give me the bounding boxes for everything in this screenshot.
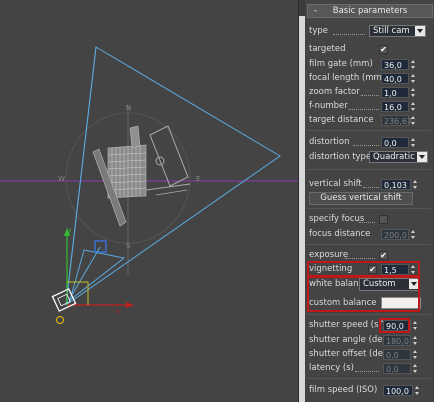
camera-frustum <box>65 46 281 307</box>
target-distance-row: target distance 236,67 <box>309 114 429 127</box>
focus-distance-row: focus distance 200,0 <box>309 228 429 241</box>
f-number-label: f-number <box>309 101 348 111</box>
vertical-shift-label: vertical shift <box>309 179 362 189</box>
f-number-row: f-number 16,0 <box>309 100 429 113</box>
compass-n-label: N <box>126 104 131 112</box>
targeted-row: targeted ✔ <box>309 43 429 56</box>
shutter-angle-spinner[interactable] <box>412 335 418 346</box>
frustum-edge-left <box>65 46 97 306</box>
shutter-angle-label: shutter angle (deg) <box>309 335 392 345</box>
focal-length-label: focal length (mm) <box>309 73 386 83</box>
distortion-type-dropdown[interactable]: Quadratic <box>369 151 428 163</box>
specify-focus-row: specify focus <box>309 213 429 226</box>
focal-length-spinner[interactable] <box>410 73 416 84</box>
shutter-speed-row: shutter speed (s^-1) 90,0 <box>309 319 429 332</box>
compass-w-label: W <box>58 175 65 183</box>
shutter-offset-field[interactable]: 0,0 <box>383 349 411 360</box>
focus-distance-spinner[interactable] <box>410 229 416 240</box>
building-model[interactable] <box>92 125 191 227</box>
focal-length-field[interactable]: 40,0 <box>381 73 409 84</box>
frustum-near-plane <box>69 249 126 302</box>
distortion-spinner[interactable] <box>410 137 416 148</box>
focal-length-row: focal length (mm) 40,0 <box>309 72 429 85</box>
shutter-offset-spinner[interactable] <box>412 349 418 360</box>
separator <box>307 130 431 131</box>
separator <box>307 314 431 315</box>
compass-s-label: S <box>126 242 131 250</box>
chevron-down-icon <box>417 152 427 162</box>
latency-row: latency (s) 0,0 <box>309 362 429 375</box>
scrollbar-thumb[interactable] <box>299 16 305 402</box>
highlight-white-balance <box>307 276 420 312</box>
exposure-checkbox[interactable]: ✔ <box>379 251 388 260</box>
vertical-shift-field[interactable]: 0,103 <box>381 179 411 190</box>
distortion-field[interactable]: 0,0 <box>381 137 409 148</box>
film-gate-field[interactable]: 36,0 <box>381 59 409 70</box>
viewport[interactable]: N E W S y x <box>0 0 298 402</box>
zoom-factor-label: zoom factor <box>309 87 360 97</box>
svg-text:x: x <box>116 308 120 315</box>
targeted-label: targeted <box>309 44 346 54</box>
latency-field[interactable]: 0,0 <box>383 363 411 374</box>
rollout-toggle-icon: - <box>314 6 318 16</box>
target-distance-label: target distance <box>309 115 374 125</box>
zoom-factor-field[interactable]: 1,0 <box>381 87 409 98</box>
specify-focus-checkbox[interactable] <box>379 215 388 224</box>
focus-distance-label: focus distance <box>309 229 371 239</box>
shutter-offset-row: shutter offset (deg) 0,0 <box>309 348 429 361</box>
type-label: type <box>309 26 328 36</box>
camera-target[interactable] <box>94 240 107 253</box>
guess-vertical-shift-button[interactable]: Guess vertical shift <box>309 192 413 205</box>
film-speed-field[interactable]: 100,0 <box>383 385 413 396</box>
distortion-type-label: distortion type <box>309 152 372 162</box>
distortion-type-row: distortion type Quadratic <box>309 151 429 164</box>
film-gate-spinner[interactable] <box>410 59 416 70</box>
latency-label: latency (s) <box>309 363 354 373</box>
distortion-type-value: Quadratic <box>373 152 415 162</box>
zoom-factor-spinner[interactable] <box>410 87 416 98</box>
shutter-speed-spinner[interactable] <box>412 320 418 331</box>
type-dropdown[interactable]: Still cam <box>369 25 426 37</box>
highlight-vignetting <box>307 261 420 277</box>
film-speed-label: film speed (ISO) <box>309 385 378 395</box>
parameters-panel: - Basic parameters type Still cam target… <box>298 0 434 402</box>
shutter-angle-field[interactable]: 180,0 <box>383 335 411 346</box>
distortion-label: distortion <box>309 137 350 147</box>
f-number-spinner[interactable] <box>410 101 416 112</box>
targeted-checkbox[interactable]: ✔ <box>379 45 388 54</box>
rollout-title: Basic parameters <box>332 6 408 16</box>
target-distance-field[interactable]: 236,67 <box>381 115 412 126</box>
highlight-shutter-speed <box>379 318 410 333</box>
vertical-shift-row: vertical shift 0,103 <box>309 178 429 191</box>
target-distance-spinner[interactable] <box>410 115 416 126</box>
type-row: type Still cam <box>309 25 429 38</box>
panel-scrollbar[interactable] <box>299 0 305 402</box>
focus-distance-field[interactable]: 200,0 <box>381 229 409 240</box>
distortion-row: distortion 0,0 <box>309 136 429 149</box>
separator <box>307 208 431 209</box>
rollout-basic-parameters[interactable]: - Basic parameters <box>307 4 433 18</box>
chevron-down-icon <box>415 26 425 36</box>
separator <box>307 378 431 379</box>
f-number-field[interactable]: 16,0 <box>381 101 409 112</box>
separator <box>307 169 431 170</box>
film-speed-row: film speed (ISO) 100,0 <box>309 384 429 397</box>
vertical-shift-spinner[interactable] <box>412 179 418 190</box>
type-value: Still cam <box>373 26 410 36</box>
shutter-angle-row: shutter angle (deg) 180,0 <box>309 334 429 347</box>
latency-spinner[interactable] <box>412 363 418 374</box>
zoom-factor-row: zoom factor 1,0 <box>309 86 429 99</box>
film-speed-spinner[interactable] <box>414 385 420 396</box>
film-gate-label: film gate (mm) <box>309 59 373 69</box>
film-gate-row: film gate (mm) 36,0 <box>309 58 429 71</box>
shutter-offset-label: shutter offset (deg) <box>309 349 392 359</box>
specify-focus-label: specify focus <box>309 214 365 224</box>
svg-text:y: y <box>68 227 72 234</box>
separator <box>307 244 431 245</box>
scene-canvas[interactable]: N E W S y x <box>0 0 298 402</box>
compass-e-label: E <box>196 175 200 183</box>
